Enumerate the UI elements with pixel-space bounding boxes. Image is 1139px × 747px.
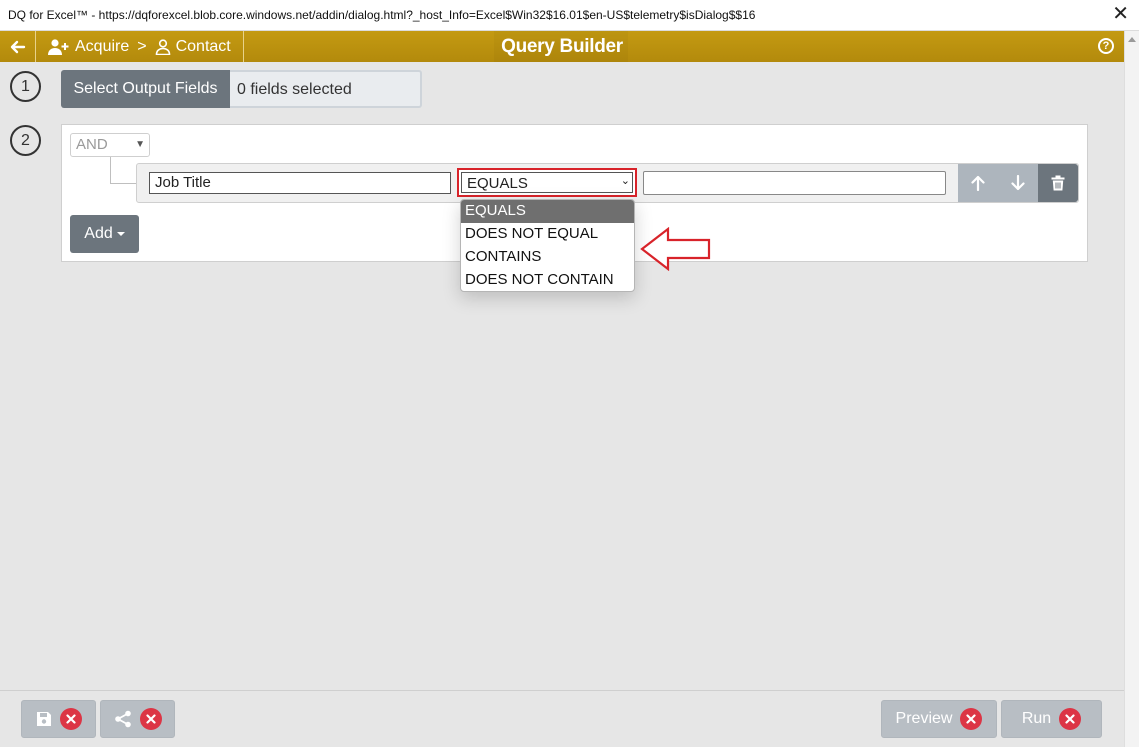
tree-connector: [110, 157, 111, 183]
step-1-indicator: 1: [10, 71, 41, 102]
trash-icon: [1051, 175, 1065, 191]
app-header: Acquire > Contact Query Builder ?: [0, 31, 1124, 62]
rule-field-input[interactable]: Job Title: [149, 172, 451, 194]
arrow-down-icon: [1011, 175, 1025, 191]
preview-button[interactable]: Preview: [881, 700, 997, 738]
operator-option-equals[interactable]: EQUALS: [461, 200, 634, 223]
save-icon: [36, 712, 51, 726]
error-x-icon: [139, 708, 162, 730]
conjunction-value: AND: [76, 136, 108, 153]
page-title: Query Builder: [501, 36, 623, 57]
window-title: DQ for Excel™ - https://dqforexcel.blob.…: [8, 8, 756, 22]
move-down-button[interactable]: [1008, 164, 1028, 202]
operator-value: EQUALS: [467, 175, 528, 192]
run-label: Run: [1021, 710, 1052, 727]
error-x-icon: [59, 708, 82, 730]
operator-select-highlight[interactable]: EQUALS ⌄: [457, 168, 637, 197]
fields-selected-display: 0 fields selected: [230, 70, 422, 108]
step-2-indicator: 2: [10, 125, 41, 156]
operator-option-does-not-equal[interactable]: DOES NOT EQUAL: [461, 223, 634, 246]
rule-value-input[interactable]: [643, 171, 946, 195]
preview-label: Preview: [895, 710, 953, 727]
operator-select[interactable]: EQUALS: [461, 172, 633, 193]
scroll-up-icon[interactable]: [1128, 37, 1136, 42]
delete-rule-button[interactable]: [1038, 164, 1078, 202]
window-title-bar: DQ for Excel™ - https://dqforexcel.blob.…: [0, 0, 1139, 31]
add-rule-button[interactable]: Add: [70, 215, 139, 253]
select-output-fields-button[interactable]: Select Output Fields: [61, 70, 230, 108]
caret-down-icon: [116, 232, 125, 236]
help-icon[interactable]: ?: [1098, 38, 1114, 54]
move-up-button[interactable]: [968, 164, 988, 202]
chevron-down-icon: ▼: [135, 139, 145, 150]
chevron-down-icon: ⌄: [620, 175, 630, 187]
run-button[interactable]: Run: [1001, 700, 1102, 738]
rule-actions: [958, 164, 1078, 202]
error-x-icon: [960, 708, 983, 730]
share-icon: [114, 710, 131, 728]
annotation-arrow-icon: [640, 227, 711, 271]
operator-option-does-not-contain[interactable]: DOES NOT CONTAIN: [461, 269, 634, 291]
share-button[interactable]: [100, 700, 175, 738]
vertical-scrollbar[interactable]: [1124, 31, 1139, 747]
save-button[interactable]: [21, 700, 96, 738]
arrow-up-icon: [971, 175, 985, 191]
operator-option-contains[interactable]: CONTAINS: [461, 246, 634, 269]
operator-dropdown-list: EQUALS DOES NOT EQUAL CONTAINS DOES NOT …: [460, 199, 635, 292]
tree-connector: [110, 183, 136, 184]
add-label: Add: [84, 225, 113, 242]
window-close-button[interactable]: ✕: [1112, 4, 1129, 24]
error-x-icon: [1059, 708, 1082, 730]
conjunction-select[interactable]: AND ▼: [70, 133, 150, 157]
